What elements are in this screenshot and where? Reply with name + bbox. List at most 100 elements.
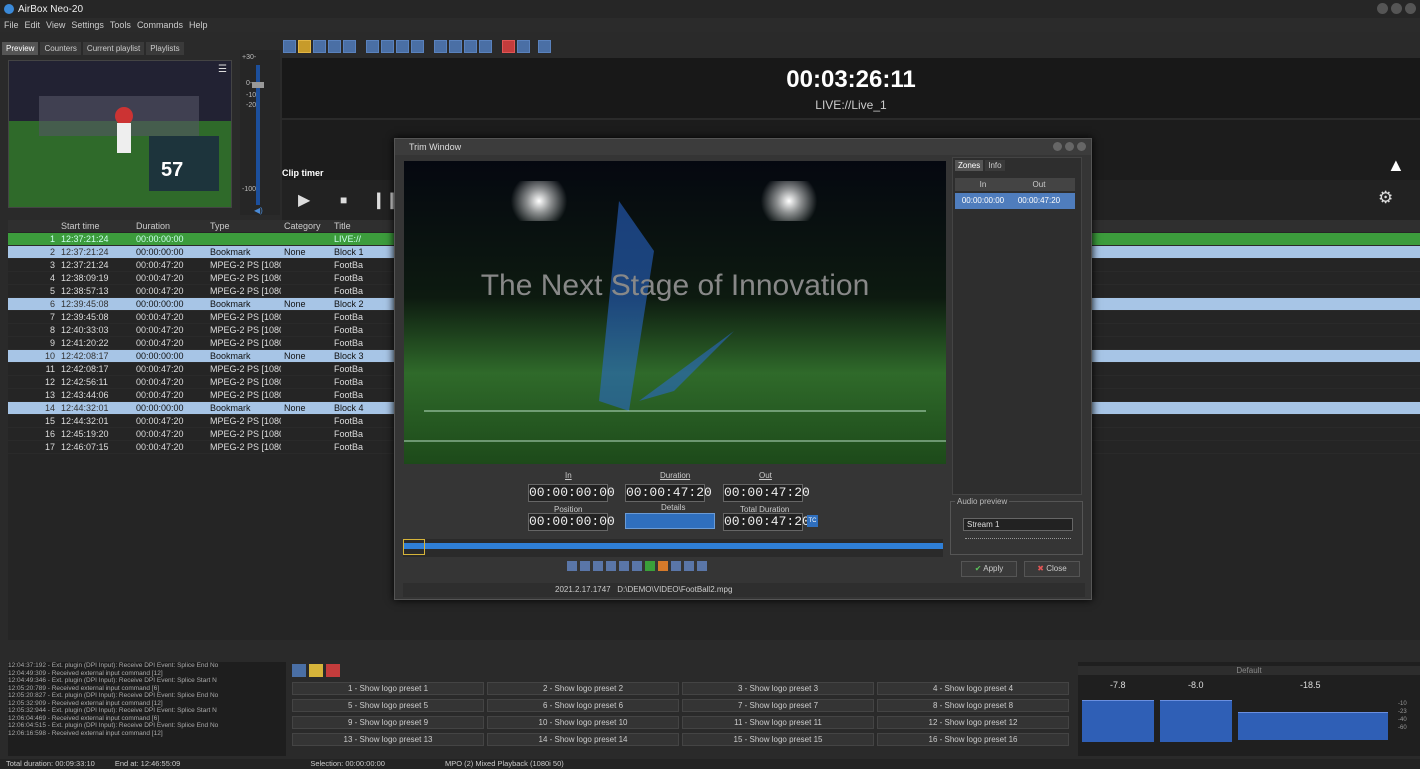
row-duration: 00:00:00:00 bbox=[136, 299, 184, 309]
frame-back-icon[interactable] bbox=[632, 561, 642, 571]
speaker-icon[interactable]: ◀) bbox=[254, 206, 263, 215]
document-icon[interactable] bbox=[411, 40, 424, 53]
save-icon[interactable] bbox=[313, 40, 326, 53]
logo-preset-button[interactable]: 2 - Show logo preset 2 bbox=[487, 682, 679, 695]
menu-commands[interactable]: Commands bbox=[137, 20, 183, 30]
menu-help[interactable]: Help bbox=[189, 20, 208, 30]
step-back-icon[interactable] bbox=[606, 561, 616, 571]
insert-icon[interactable] bbox=[366, 40, 379, 53]
minimize-icon[interactable] bbox=[1377, 3, 1388, 14]
grid-icon[interactable] bbox=[517, 40, 530, 53]
play-icon[interactable] bbox=[645, 561, 655, 571]
details-bar[interactable] bbox=[625, 513, 715, 529]
stop-icon[interactable]: ■ bbox=[340, 193, 347, 207]
timeline-handle[interactable] bbox=[403, 539, 425, 555]
logo-edit-icon[interactable] bbox=[292, 664, 306, 677]
out-timecode[interactable]: 00:00:47:20 bbox=[723, 484, 810, 502]
logo-preset-button[interactable]: 3 - Show logo preset 3 bbox=[682, 682, 874, 695]
zone-in: 00:00:00:00 bbox=[961, 196, 1005, 205]
header-start-time[interactable]: Start time bbox=[58, 220, 133, 232]
total-duration-timecode: 00:00:47:20 bbox=[723, 513, 810, 531]
header-type[interactable]: Type bbox=[207, 220, 281, 232]
toolbar-button-icon[interactable] bbox=[283, 40, 296, 53]
help-icon[interactable] bbox=[538, 40, 551, 53]
logo-preset-button[interactable]: 9 - Show logo preset 9 bbox=[292, 716, 484, 729]
clear-icon[interactable] bbox=[593, 561, 603, 571]
rewind-icon[interactable] bbox=[619, 561, 629, 571]
gear-icon[interactable]: ⚙ bbox=[1378, 188, 1393, 208]
row-number: 15 bbox=[44, 416, 55, 426]
header-title[interactable]: Title bbox=[331, 220, 371, 232]
preview-menu-icon[interactable]: ☰ bbox=[218, 64, 230, 75]
row-number: 11 bbox=[45, 364, 55, 374]
save-as-icon[interactable] bbox=[328, 40, 341, 53]
logo-preset-button[interactable]: 12 - Show logo preset 12 bbox=[877, 716, 1069, 729]
menu-settings[interactable]: Settings bbox=[71, 20, 104, 30]
logo-preset-button[interactable]: 6 - Show logo preset 6 bbox=[487, 699, 679, 712]
move-down-icon[interactable] bbox=[396, 40, 409, 53]
header-category[interactable]: Category bbox=[281, 220, 331, 232]
collapse-up-icon[interactable]: ▲ bbox=[1387, 155, 1405, 176]
log-line: 12:05:32:944 - Ext. plugin (DPI Input): … bbox=[8, 707, 217, 714]
in-timecode[interactable]: 00:00:00:00 bbox=[528, 484, 615, 502]
refresh-icon[interactable] bbox=[479, 40, 492, 53]
star-icon[interactable] bbox=[309, 664, 323, 677]
close-icon[interactable] bbox=[1077, 142, 1086, 151]
tab-counters[interactable]: Counters bbox=[40, 42, 81, 55]
tab-playlists[interactable]: Playlists bbox=[146, 42, 184, 55]
logo-preset-button[interactable]: 7 - Show logo preset 7 bbox=[682, 699, 874, 712]
header-duration[interactable]: Duration bbox=[133, 220, 207, 232]
close-icon[interactable] bbox=[1405, 3, 1416, 14]
flag-icon[interactable] bbox=[502, 40, 515, 53]
fast-forward-icon[interactable] bbox=[684, 561, 694, 571]
close-button[interactable]: ✖ Close bbox=[1024, 561, 1080, 577]
move-up-icon[interactable] bbox=[381, 40, 394, 53]
menu-file[interactable]: File bbox=[4, 20, 19, 30]
audio-slider[interactable] bbox=[965, 538, 1071, 542]
trim-timeline[interactable] bbox=[403, 539, 943, 557]
apply-button[interactable]: ✔ Apply bbox=[961, 561, 1017, 577]
tab-preview[interactable]: Preview bbox=[2, 42, 39, 55]
row-type: MPEG-2 PS [1080i bbox=[210, 377, 281, 387]
minimize-icon[interactable] bbox=[1053, 142, 1062, 151]
logo-preset-button[interactable]: 14 - Show logo preset 14 bbox=[487, 733, 679, 746]
preview-score: 57 bbox=[161, 159, 184, 181]
volume-slider-handle[interactable] bbox=[252, 82, 264, 88]
logo-preset-button[interactable]: 8 - Show logo preset 8 bbox=[877, 699, 1069, 712]
menu-tools[interactable]: Tools bbox=[110, 20, 131, 30]
clock-icon[interactable] bbox=[464, 40, 477, 53]
logo-preset-button[interactable]: 15 - Show logo preset 15 bbox=[682, 733, 874, 746]
frame-forward-icon[interactable] bbox=[671, 561, 681, 571]
zone-row[interactable]: 00:00:00:00 00:00:47:20 bbox=[955, 193, 1075, 209]
edit-icon[interactable] bbox=[449, 40, 462, 53]
logo-preset-button[interactable]: 10 - Show logo preset 10 bbox=[487, 716, 679, 729]
logo-preset-button[interactable]: 13 - Show logo preset 13 bbox=[292, 733, 484, 746]
menu-edit[interactable]: Edit bbox=[25, 20, 41, 30]
open-folder-icon[interactable] bbox=[298, 40, 311, 53]
logo-preset-button[interactable]: 4 - Show logo preset 4 bbox=[877, 682, 1069, 695]
stop-logo-icon[interactable] bbox=[326, 664, 340, 677]
list-icon[interactable] bbox=[434, 40, 447, 53]
details-label: Details bbox=[661, 503, 686, 512]
tc-badge[interactable]: TC bbox=[807, 515, 818, 527]
tab-current-playlist[interactable]: Current playlist bbox=[82, 42, 145, 55]
mark-out-icon[interactable] bbox=[580, 561, 590, 571]
logo-preset-button[interactable]: 16 - Show logo preset 16 bbox=[877, 733, 1069, 746]
logo-preset-button[interactable]: 1 - Show logo preset 1 bbox=[292, 682, 484, 695]
tab-zones[interactable]: Zones bbox=[955, 160, 984, 171]
play-icon[interactable]: ▶ bbox=[298, 190, 310, 210]
end-icon[interactable] bbox=[697, 561, 707, 571]
field-graphic bbox=[404, 201, 946, 442]
menu-view[interactable]: View bbox=[46, 20, 65, 30]
export-icon[interactable] bbox=[343, 40, 356, 53]
audio-stream-select[interactable]: Stream 1 bbox=[963, 518, 1073, 531]
maximize-icon[interactable] bbox=[1391, 3, 1402, 14]
duration-timecode[interactable]: 00:00:47:20 bbox=[625, 484, 712, 502]
mark-in-icon[interactable] bbox=[567, 561, 577, 571]
logo-preset-button[interactable]: 11 - Show logo preset 11 bbox=[682, 716, 874, 729]
position-timecode[interactable]: 00:00:00:00 bbox=[528, 513, 615, 531]
stop-icon[interactable] bbox=[658, 561, 668, 571]
maximize-icon[interactable] bbox=[1065, 142, 1074, 151]
tab-info[interactable]: Info bbox=[985, 160, 1005, 171]
logo-preset-button[interactable]: 5 - Show logo preset 5 bbox=[292, 699, 484, 712]
